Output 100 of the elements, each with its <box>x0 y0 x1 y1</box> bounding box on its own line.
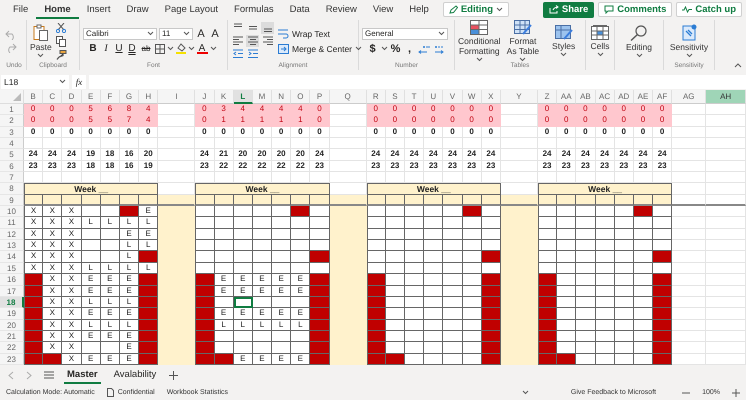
column-header[interactable]: U <box>424 90 444 104</box>
row-header[interactable]: 19 <box>0 308 24 320</box>
indent-align-button[interactable] <box>246 48 259 60</box>
column-header[interactable]: B <box>24 90 44 104</box>
menu-icon[interactable] <box>44 371 54 379</box>
outdent-align-button[interactable] <box>231 48 244 60</box>
sheet-tab[interactable]: Avalability <box>110 366 160 384</box>
column-header[interactable]: T <box>405 90 424 104</box>
row-header[interactable]: 1 <box>0 104 24 116</box>
collapse-ribbon-icon[interactable] <box>734 63 742 68</box>
tables-button[interactable]: Format As Table <box>504 20 542 62</box>
column-header[interactable]: L <box>234 90 253 104</box>
column-header[interactable]: Y <box>500 90 538 104</box>
column-header[interactable]: AH <box>706 90 746 104</box>
merge-center-button[interactable]: Merge & Center <box>278 44 362 54</box>
column-header[interactable]: K <box>214 90 234 104</box>
right-align-button[interactable] <box>261 35 274 47</box>
column-header[interactable]: I <box>158 90 196 104</box>
styles-brush-icon[interactable] <box>554 25 573 40</box>
column-header[interactable]: P <box>310 90 330 104</box>
tables-button[interactable]: Styles <box>545 25 582 57</box>
column-header[interactable]: J <box>195 90 214 104</box>
shrink-font-button[interactable]: A <box>209 28 221 40</box>
tables-button[interactable]: Conditional Formatting <box>458 20 501 62</box>
bottom-align-button[interactable] <box>261 22 274 34</box>
scissors-icon[interactable] <box>56 22 66 32</box>
number-format-field[interactable]: General <box>362 28 448 40</box>
row-header[interactable]: 22 <box>0 342 24 354</box>
column-header[interactable]: AG <box>672 90 706 104</box>
insert-function-button[interactable]: fx <box>72 74 86 88</box>
row-header[interactable]: 17 <box>0 286 24 297</box>
column-header[interactable]: V <box>443 90 463 104</box>
zoom-in-icon[interactable] <box>732 388 740 396</box>
row-header[interactable]: 7 <box>0 172 24 184</box>
ribbon-tab[interactable]: Page Layout <box>156 0 226 18</box>
row-header[interactable]: 4 <box>0 138 24 150</box>
bold-button[interactable]: B <box>88 42 98 54</box>
italic-button[interactable]: I <box>100 42 112 54</box>
table-brush-icon[interactable] <box>514 20 532 35</box>
conditional-formatting-icon[interactable] <box>470 20 488 35</box>
column-header[interactable]: AC <box>596 90 615 104</box>
column-header[interactable]: AE <box>634 90 654 104</box>
column-header[interactable]: N <box>272 90 292 104</box>
cells-button[interactable]: Cells <box>589 25 611 57</box>
row-header[interactable]: 14 <box>0 251 24 263</box>
share-button[interactable]: Share <box>542 2 594 18</box>
row-header[interactable]: 12 <box>0 228 24 240</box>
double-underline-button[interactable]: D <box>126 42 138 54</box>
editing-mode-button[interactable]: Editing <box>442 2 510 17</box>
column-header[interactable]: H <box>139 90 158 104</box>
column-header[interactable]: AA <box>557 90 576 104</box>
row-header[interactable]: 18 <box>0 296 24 308</box>
search-icon[interactable] <box>630 24 648 40</box>
percent-button[interactable]: % <box>390 42 402 54</box>
column-header[interactable]: W <box>462 90 482 104</box>
row-header[interactable]: 6 <box>0 160 24 172</box>
column-header[interactable]: M <box>252 90 272 104</box>
fill-bucket-icon[interactable] <box>176 43 186 54</box>
row-header[interactable]: 23 <box>0 354 24 365</box>
ribbon-tab[interactable]: View <box>364 0 402 18</box>
column-header[interactable]: E <box>82 90 101 104</box>
column-header[interactable]: AD <box>614 90 634 104</box>
ribbon-tab[interactable]: Draw <box>118 0 157 18</box>
ribbon-tab[interactable]: Review <box>318 0 365 18</box>
underline-button[interactable]: U <box>114 42 124 54</box>
paintbrush-icon[interactable] <box>56 50 67 60</box>
font-name-field[interactable]: Calibri <box>83 28 157 40</box>
column-header[interactable]: R <box>366 90 386 104</box>
column-header[interactable]: X <box>482 90 501 104</box>
ribbon-tab[interactable]: File <box>5 0 36 18</box>
editing-button[interactable]: Editing <box>618 24 660 58</box>
catch-up-button[interactable]: Catch up <box>676 2 742 17</box>
column-header[interactable]: AF <box>653 90 672 104</box>
comments-button[interactable]: Comments <box>598 2 672 17</box>
row-header[interactable]: 3 <box>0 126 24 138</box>
font-color-button[interactable]: A <box>196 44 208 54</box>
borders-icon[interactable] <box>154 44 164 54</box>
ribbon-tab[interactable]: Insert <box>78 0 118 18</box>
row-header[interactable]: 8 <box>0 183 24 195</box>
row-header[interactable]: 2 <box>0 115 24 127</box>
copy-icon[interactable] <box>56 36 66 46</box>
column-header[interactable]: S <box>386 90 405 104</box>
row-header[interactable]: 5 <box>0 149 24 161</box>
wrap-text-button[interactable]: Wrap Text <box>278 28 330 38</box>
row-header[interactable]: 21 <box>0 330 24 342</box>
cells-grid-icon[interactable] <box>591 25 609 40</box>
column-header[interactable]: AB <box>576 90 596 104</box>
row-header[interactable]: 11 <box>0 217 24 229</box>
sensitivity-button[interactable]: Sensitivity <box>667 24 711 58</box>
row-header[interactable]: 16 <box>0 274 24 286</box>
left-align-button[interactable] <box>231 35 244 47</box>
paste-button[interactable]: Paste <box>30 24 52 58</box>
column-header[interactable]: F <box>100 90 120 104</box>
strikethrough-button[interactable]: ab <box>140 42 152 54</box>
ribbon-tab[interactable]: Formulas <box>226 0 282 18</box>
column-header[interactable]: G <box>120 90 140 104</box>
column-header[interactable]: C <box>43 90 62 104</box>
column-header[interactable]: Z <box>538 90 558 104</box>
name-box[interactable]: L18 <box>1 74 69 88</box>
row-header[interactable]: 15 <box>0 262 24 274</box>
